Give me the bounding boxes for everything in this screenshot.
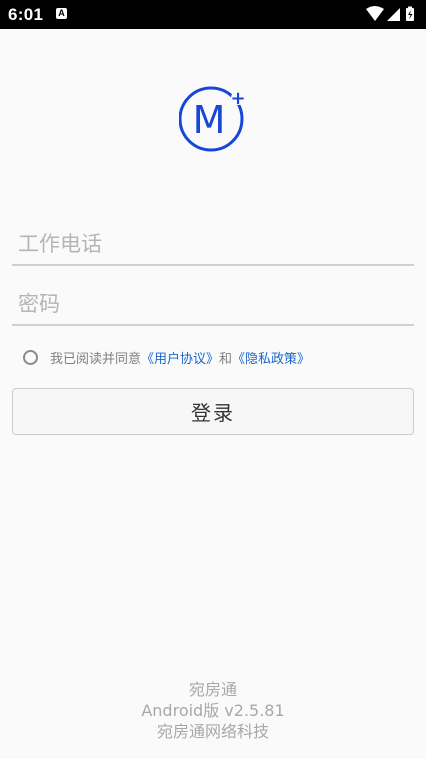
logo-letter: M (193, 98, 226, 142)
phone-input[interactable] (18, 232, 408, 256)
app-logo: M + (178, 86, 247, 152)
agreement-conjunction: 和 (219, 351, 233, 367)
notification-icon: A (56, 8, 67, 19)
wifi-icon (366, 6, 384, 21)
phone-field[interactable] (12, 208, 414, 266)
login-button[interactable]: 登录 (12, 388, 414, 435)
logo-plus-icon: + (230, 88, 245, 109)
status-icons (366, 6, 418, 22)
status-time: 6:01 (8, 5, 44, 24)
footer-company: 宛房通网络科技 (156, 722, 269, 741)
privacy-policy-link[interactable]: 《隐私政策》 (232, 348, 310, 367)
password-input[interactable] (18, 292, 408, 316)
footer: 宛房通 Android版 v2.5.81 宛房通网络科技 (0, 679, 426, 742)
agreement-prefix: 我已阅读并同意 (50, 351, 142, 367)
signal-icon (387, 8, 400, 21)
footer-app-name: 宛房通 (188, 680, 237, 699)
agreement-radio[interactable] (23, 349, 38, 365)
battery-icon (406, 6, 414, 21)
agreement-row: 我已阅读并同意 《用户协议》 和 《隐私政策》 (23, 346, 310, 368)
password-field[interactable] (12, 268, 414, 326)
status-bar: 6:01 A (0, 0, 426, 29)
user-agreement-link[interactable]: 《用户协议》 (141, 348, 219, 367)
footer-version: Android版 v2.5.81 (141, 701, 285, 720)
